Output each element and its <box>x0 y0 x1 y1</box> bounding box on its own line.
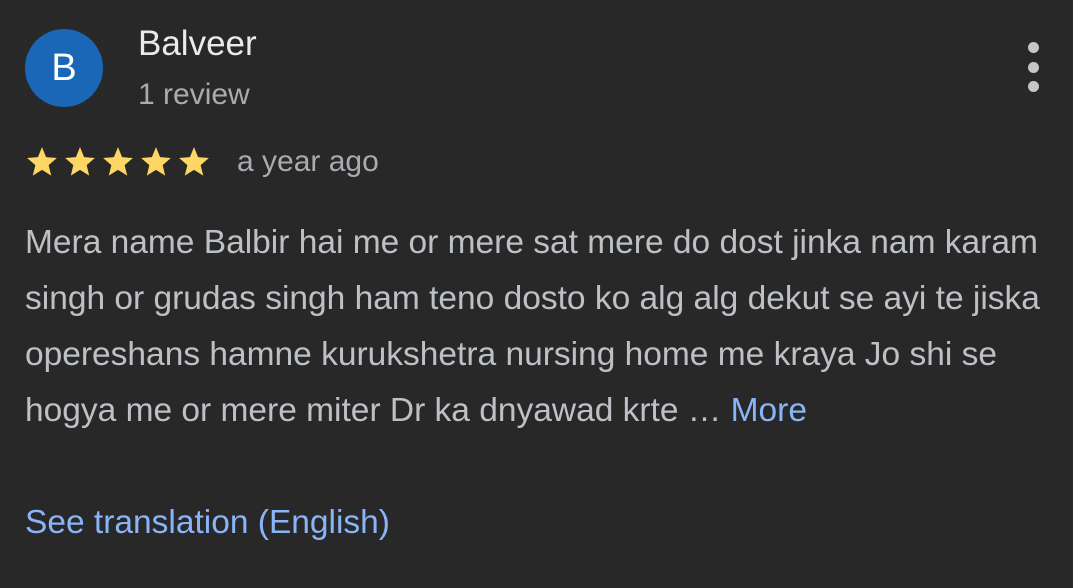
star-filled-icon <box>25 145 59 179</box>
more-vert-icon[interactable] <box>1016 42 1050 92</box>
star-filled-icon <box>63 145 97 179</box>
avatar[interactable]: B <box>25 29 103 107</box>
more-link[interactable]: More <box>731 392 807 429</box>
review-text: Mera name Balbir hai me or mere sat mere… <box>25 215 1045 439</box>
menu-dot <box>1027 81 1039 92</box>
review-date: a year ago <box>237 145 379 178</box>
menu-dot <box>1027 61 1039 73</box>
star-filled-icon <box>101 145 135 179</box>
rating-row: a year ago <box>25 143 379 181</box>
menu-dot <box>1027 42 1039 53</box>
see-translation-link[interactable]: See translation (English) <box>25 495 390 551</box>
review-body: Mera name Balbir hai me or mere sat mere… <box>25 224 1040 429</box>
star-filled-icon <box>139 145 173 179</box>
star-filled-icon <box>177 145 211 179</box>
avatar-initial: B <box>51 47 77 89</box>
author-review-count[interactable]: 1 review <box>138 78 250 112</box>
star-rating <box>25 145 215 179</box>
author-name[interactable]: Balveer <box>138 24 257 64</box>
